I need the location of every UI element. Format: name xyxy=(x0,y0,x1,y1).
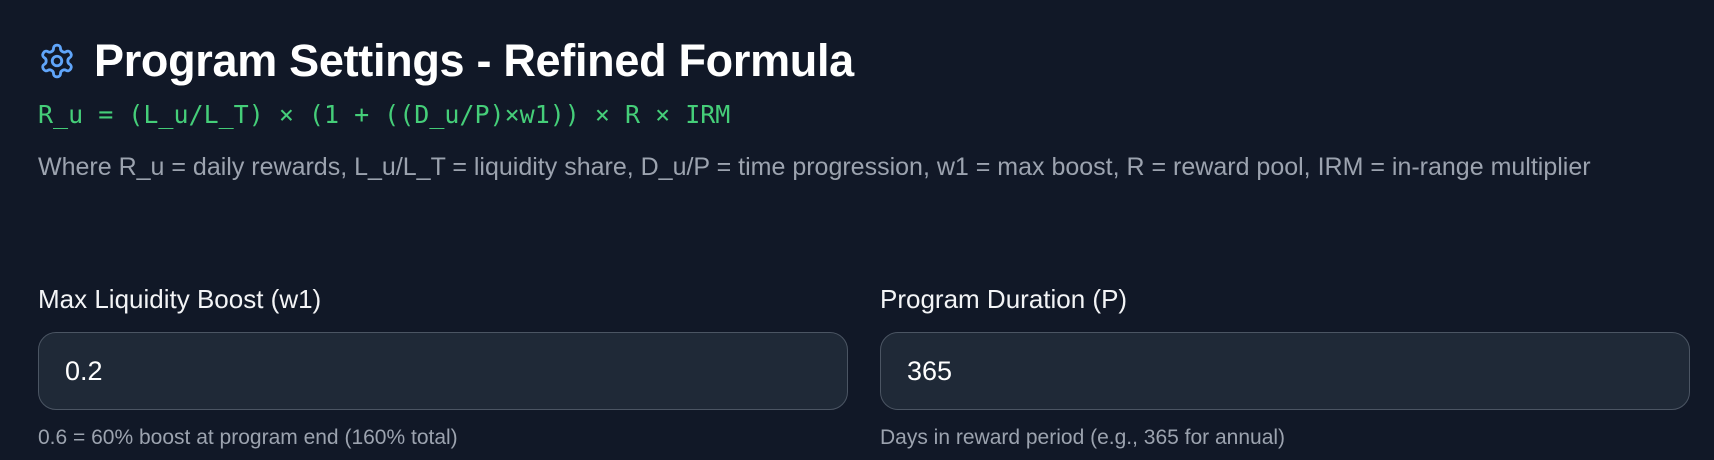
duration-field-group: Program Duration (P) Days in reward peri… xyxy=(880,282,1690,452)
duration-label: Program Duration (P) xyxy=(880,284,1128,314)
page-title: Program Settings - Refined Formula xyxy=(94,35,854,86)
max-boost-field-group: Max Liquidity Boost (w1) 0.6 = 60% boost… xyxy=(38,282,848,452)
max-boost-hint: 0.6 = 60% boost at program end (160% tot… xyxy=(38,426,458,449)
gear-icon xyxy=(38,42,76,80)
program-settings-panel: Program Settings - Refined Formula R_u =… xyxy=(38,0,1690,460)
formula-description: Where R_u = daily rewards, L_u/L_T = liq… xyxy=(38,153,1591,181)
panel-header: Program Settings - Refined Formula xyxy=(38,36,854,86)
max-boost-input[interactable] xyxy=(38,332,848,410)
max-boost-label: Max Liquidity Boost (w1) xyxy=(38,284,322,314)
reward-formula: R_u = (L_u/L_T) × (1 + ((D_u/P)×w1)) × R… xyxy=(38,100,731,129)
duration-hint: Days in reward period (e.g., 365 for ann… xyxy=(880,426,1286,449)
duration-input[interactable] xyxy=(880,332,1690,410)
